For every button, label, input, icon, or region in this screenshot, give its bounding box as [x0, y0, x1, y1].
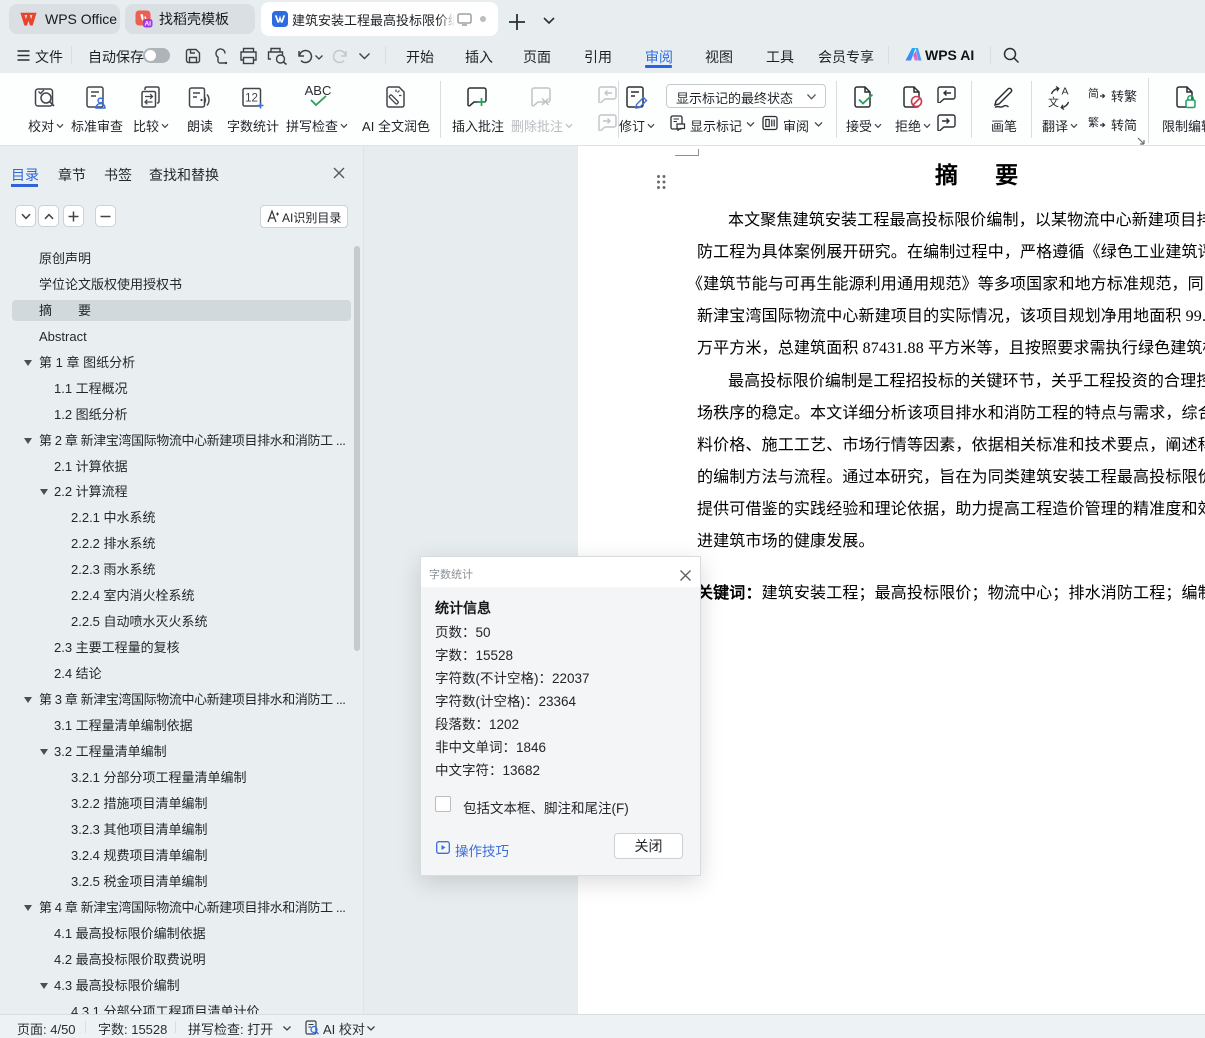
svg-text:文: 文	[1048, 95, 1059, 109]
svg-text:繁: 繁	[1088, 115, 1099, 129]
svg-text:ABC: ABC	[305, 83, 332, 98]
svg-text:AI: AI	[144, 21, 151, 28]
svg-text:A: A	[1062, 86, 1069, 98]
svg-text:12: 12	[245, 93, 258, 105]
svg-text:简: 简	[1088, 86, 1099, 100]
